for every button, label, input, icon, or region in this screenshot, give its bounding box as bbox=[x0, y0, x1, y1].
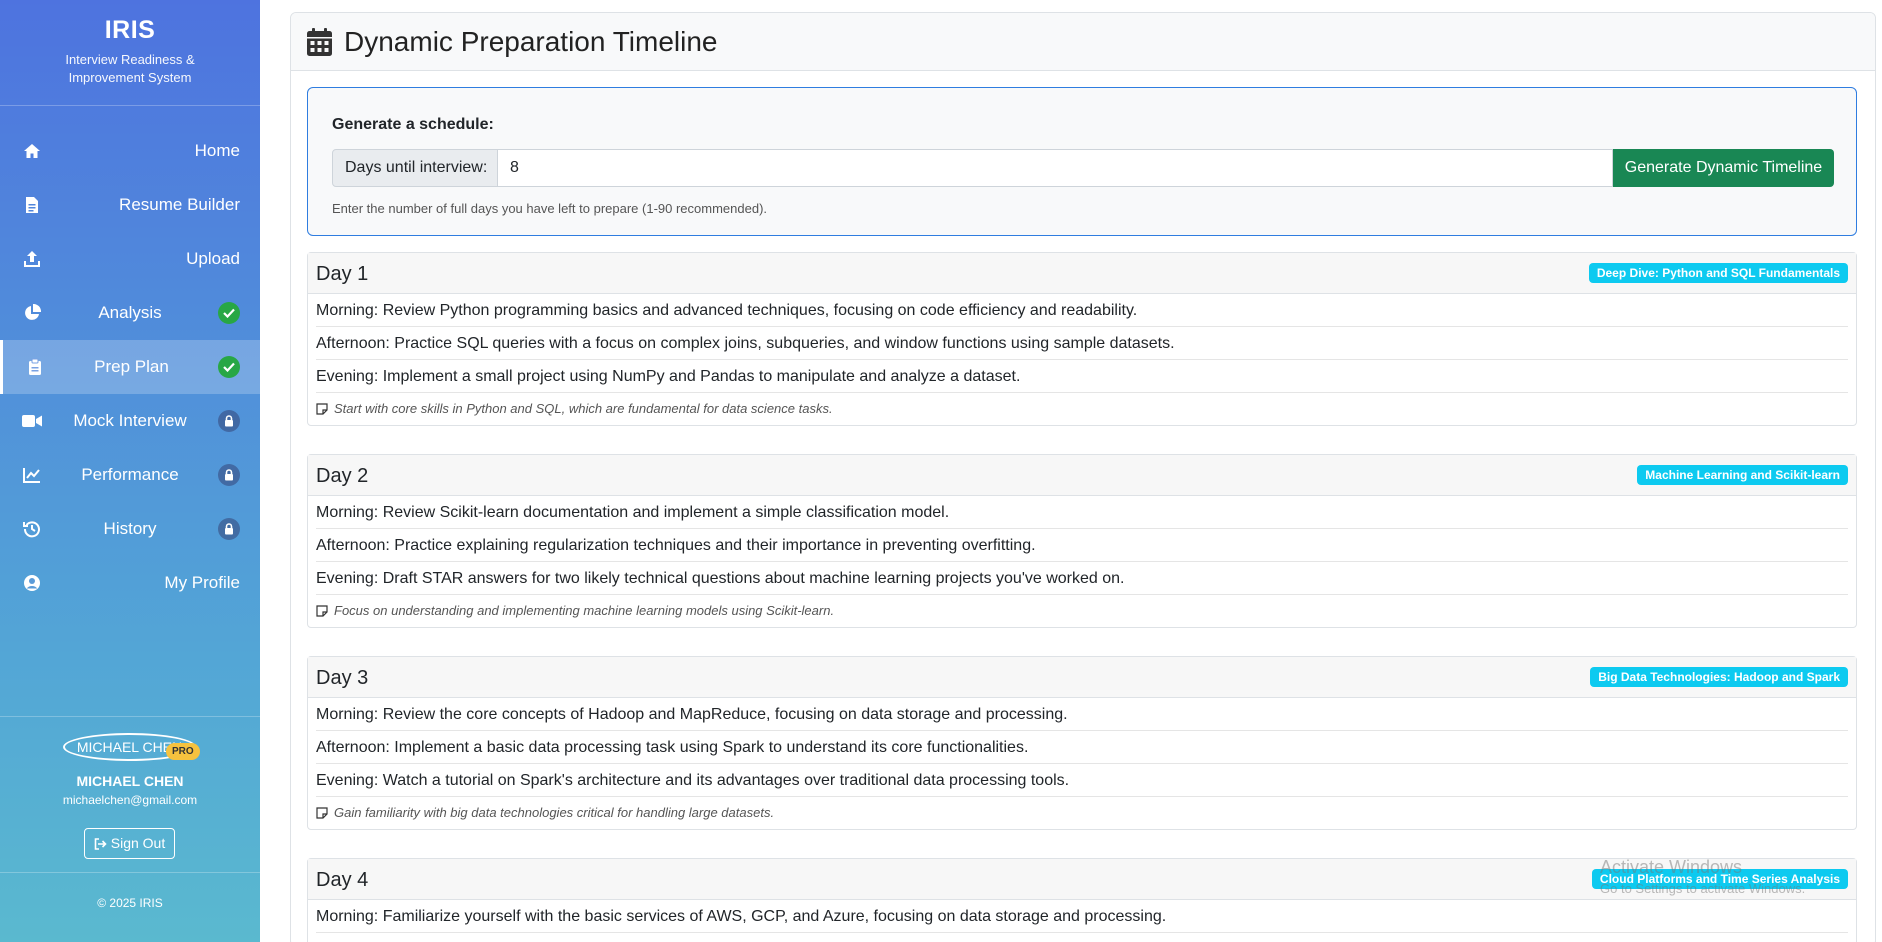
task-item: Afternoon: Implement a basic data proces… bbox=[316, 731, 1848, 764]
document-icon bbox=[22, 195, 42, 215]
note-icon bbox=[316, 807, 328, 819]
sidebar: IRIS Interview Readiness & Improvement S… bbox=[0, 0, 260, 942]
page-header: Dynamic Preparation Timeline bbox=[291, 13, 1875, 71]
note-icon bbox=[316, 403, 328, 415]
sidebar-item-resume-builder[interactable]: Resume Builder bbox=[0, 178, 260, 232]
days-input-label: Days until interview: bbox=[332, 149, 498, 187]
user-panel: MICHAEL CHEN PRO MICHAEL CHEN michaelche… bbox=[0, 716, 260, 873]
day-header: Day 3 Big Data Technologies: Hadoop and … bbox=[308, 657, 1856, 698]
page-title: Dynamic Preparation Timeline bbox=[344, 25, 718, 57]
user-name: MICHAEL CHEN bbox=[76, 773, 184, 789]
brand: IRIS Interview Readiness & Improvement S… bbox=[0, 0, 260, 106]
task-item: Evening: Watch a tutorial on Spark's arc… bbox=[316, 764, 1848, 797]
main-panel: Dynamic Preparation Timeline Generate a … bbox=[290, 12, 1876, 942]
day-note-text: Start with core skills in Python and SQL… bbox=[334, 401, 833, 416]
day-header: Day 2 Machine Learning and Scikit-learn bbox=[308, 455, 1856, 496]
day-card: Day 1 Deep Dive: Python and SQL Fundamen… bbox=[307, 252, 1857, 426]
lock-icon bbox=[218, 464, 240, 486]
day-header: Day 1 Deep Dive: Python and SQL Fundamen… bbox=[308, 253, 1856, 294]
sidebar-item-label: Upload bbox=[186, 249, 240, 268]
lock-icon bbox=[218, 518, 240, 540]
user-circle-icon bbox=[22, 573, 42, 593]
sidebar-item-analysis[interactable]: Analysis bbox=[0, 286, 260, 340]
sign-out-button[interactable]: Sign Out bbox=[84, 828, 175, 859]
day-focus-badge: Deep Dive: Python and SQL Fundamentals bbox=[1588, 263, 1848, 283]
day-note: Focus on understanding and implementing … bbox=[316, 595, 1848, 627]
copyright: © 2025 IRIS bbox=[97, 896, 163, 910]
day-note-text: Gain familiarity with big data technolog… bbox=[334, 805, 775, 820]
brand-subtitle: Interview Readiness & Improvement System bbox=[65, 52, 195, 85]
day-focus-badge: Machine Learning and Scikit-learn bbox=[1637, 465, 1848, 485]
day-note-text: Focus on understanding and implementing … bbox=[334, 603, 835, 618]
generator-heading: Generate a schedule: bbox=[332, 116, 494, 133]
task-item: Morning: Review the core concepts of Had… bbox=[316, 698, 1848, 731]
check-icon bbox=[218, 356, 240, 378]
generate-timeline-button[interactable]: Generate Dynamic Timeline bbox=[1613, 149, 1834, 187]
day-note: Start with core skills in Python and SQL… bbox=[316, 393, 1848, 425]
task-item: Afternoon: Practice explaining regulariz… bbox=[316, 529, 1848, 562]
sidebar-item-home[interactable]: Home bbox=[0, 124, 260, 178]
task-item: Morning: Familiarize yourself with the b… bbox=[316, 900, 1848, 933]
sidebar-item-prep-plan[interactable]: Prep Plan bbox=[0, 340, 260, 394]
day-card: Day 2 Machine Learning and Scikit-learn … bbox=[307, 454, 1857, 628]
upload-icon bbox=[22, 249, 42, 269]
sidebar-item-label: My Profile bbox=[164, 573, 240, 592]
day-title: Day 4 bbox=[316, 869, 369, 891]
generator-help-text: Enter the number of full days you have l… bbox=[332, 201, 768, 216]
sidebar-item-label: Resume Builder bbox=[119, 195, 240, 214]
task-item: Afternoon: Practice SQL queries with a f… bbox=[316, 327, 1848, 360]
schedule-generator: Generate a schedule: Days until intervie… bbox=[307, 87, 1857, 236]
sidebar-nav: Home Resume Builder Upload Analysis Prep… bbox=[0, 124, 260, 610]
day-title: Day 1 bbox=[316, 263, 369, 285]
user-email: michaelchen@gmail.com bbox=[62, 793, 198, 807]
lock-icon bbox=[218, 410, 240, 432]
days-until-interview-input[interactable]: 8 bbox=[498, 149, 1613, 187]
sign-out-icon bbox=[94, 837, 107, 850]
task-item: Evening: Implement a small project using… bbox=[316, 360, 1848, 393]
home-icon bbox=[22, 141, 42, 161]
watermark-line-1: Activate Windows bbox=[1600, 857, 1743, 877]
day-focus-badge: Big Data Technologies: Hadoop and Spark bbox=[1590, 667, 1848, 687]
day-card: Day 3 Big Data Technologies: Hadoop and … bbox=[307, 656, 1857, 830]
sidebar-item-upload[interactable]: Upload bbox=[0, 232, 260, 286]
windows-activation-watermark: Activate Windows Go to Settings to activ… bbox=[1600, 856, 1805, 900]
calendar-icon bbox=[307, 27, 332, 56]
note-icon bbox=[316, 605, 328, 617]
watermark-line-2: Go to Settings to activate Windows. bbox=[1600, 881, 1806, 896]
days-input-group: Days until interview: 8 Generate Dynamic… bbox=[332, 149, 1834, 187]
sidebar-item-mock-interview[interactable]: Mock Interview bbox=[0, 394, 260, 448]
sign-out-label: Sign Out bbox=[110, 835, 166, 851]
day-title: Day 2 bbox=[316, 465, 369, 487]
sidebar-item-label: Home bbox=[194, 141, 240, 160]
task-item: Evening: Draft STAR answers for two like… bbox=[316, 562, 1848, 595]
sidebar-item-performance[interactable]: Performance bbox=[0, 448, 260, 502]
check-icon bbox=[218, 302, 240, 324]
pro-badge: PRO bbox=[166, 743, 200, 760]
day-title: Day 3 bbox=[316, 667, 369, 689]
brand-title: IRIS bbox=[104, 16, 156, 44]
sidebar-item-my-profile[interactable]: My Profile bbox=[0, 556, 260, 610]
task-item: Morning: Review Scikit-learn documentati… bbox=[316, 496, 1848, 529]
day-note: Gain familiarity with big data technolog… bbox=[316, 797, 1848, 829]
task-item: Morning: Review Python programming basic… bbox=[316, 294, 1848, 327]
sidebar-item-history[interactable]: History bbox=[0, 502, 260, 556]
